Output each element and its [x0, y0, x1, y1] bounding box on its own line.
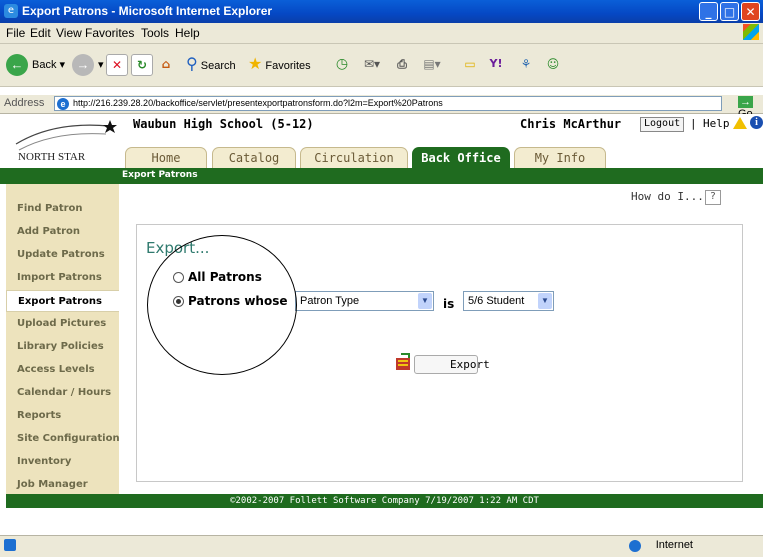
header-separator: | [690, 117, 697, 130]
tab-circulation[interactable]: Circulation [300, 147, 408, 168]
help-question-button[interactable]: ? [705, 190, 721, 205]
go-arrow-icon: → [738, 96, 753, 108]
info-icon[interactable]: i [750, 116, 763, 129]
address-label: Address [4, 97, 45, 109]
breadcrumb-bar: Export Patrons [0, 168, 763, 184]
messenger-icon[interactable]: ⚘ [516, 54, 536, 74]
yahoo-icon[interactable]: Y! [486, 54, 506, 74]
sidebar-item-library-policies[interactable]: Library Policies [6, 336, 119, 358]
back-button[interactable]: ← Back ▾ [6, 52, 65, 78]
tab-back-office[interactable]: Back Office [412, 147, 510, 168]
warning-icon[interactable] [733, 117, 747, 129]
export-panel: Export... All Patrons Patrons whose Patr… [136, 224, 743, 482]
page-header: NORTH STAR Waubun High School (5-12) Chr… [0, 114, 763, 168]
window-title: Export Patrons - Microsoft Internet Expl… [22, 4, 273, 18]
menu-bar: File Edit View Favorites Tools Help [0, 23, 763, 44]
svg-text:NORTH STAR: NORTH STAR [18, 151, 86, 163]
menu-edit[interactable]: Edit [30, 26, 51, 40]
favorites-label: Favorites [265, 60, 311, 72]
search-icon: ⚲ [186, 56, 198, 73]
sidebar-item-update-patrons[interactable]: Update Patrons [6, 244, 119, 266]
browser-toolbar: ← Back ▾ → ▾ ✕ ↻ ⌂ ⚲ Search ★ Favorites ◷ … [0, 44, 763, 87]
windows-logo-icon [743, 24, 759, 40]
value-select-value: 5/6 Student [468, 295, 525, 307]
highlight-circle [147, 235, 297, 375]
page-footer: ©2002-2007 Follett Software Company 7/19… [6, 494, 763, 508]
edit-icon[interactable]: ▤▾ [422, 54, 442, 74]
school-name: Waubun High School (5-12) [133, 117, 314, 131]
north-star-logo: NORTH STAR [15, 120, 117, 163]
back-arrow-icon: ← [6, 54, 28, 77]
security-zone: Internet [655, 539, 693, 551]
export-button[interactable]: Export [414, 355, 490, 374]
sidebar: Find Patron Add Patron Update Patrons Im… [6, 184, 120, 496]
back-label: Back [32, 59, 57, 71]
menu-view[interactable]: View [56, 26, 82, 40]
sidebar-item-add-patron[interactable]: Add Patron [6, 221, 119, 243]
sidebar-item-access-levels[interactable]: Access Levels [6, 359, 119, 381]
folder-icon[interactable]: ▭ [460, 54, 480, 74]
field-select[interactable]: Patron Type ▼ [295, 291, 434, 311]
search-label: Search [200, 60, 236, 72]
address-bar: Address e http://216.239.28.20/backoffice… [0, 95, 763, 120]
user-name: Chris McArthur [520, 117, 622, 131]
how-do-i-label: How do I... [631, 190, 704, 203]
globe-icon [629, 540, 641, 552]
menu-tools[interactable]: Tools [141, 26, 169, 40]
tab-catalog[interactable]: Catalog [212, 147, 296, 168]
window-title-bar: e Export Patrons - Microsoft Internet Ex… [0, 0, 763, 23]
sidebar-item-import-patrons[interactable]: Import Patrons [6, 267, 119, 289]
menu-favorites[interactable]: Favorites [85, 26, 134, 40]
minimize-button[interactable]: _ [699, 2, 718, 21]
address-input[interactable]: e http://216.239.28.20/backoffice/servlet… [54, 96, 722, 111]
people-icon[interactable]: ☺ [543, 54, 563, 74]
sidebar-item-find-patron[interactable]: Find Patron [6, 198, 119, 220]
chevron-down-icon: ▼ [538, 293, 552, 309]
sidebar-item-upload-pictures[interactable]: Upload Pictures [6, 313, 119, 335]
stop-icon[interactable]: ✕ [106, 54, 128, 76]
page-icon: e [57, 98, 69, 110]
forward-arrow-icon: → [72, 54, 94, 77]
sidebar-item-export-patrons[interactable]: Export Patrons [6, 290, 119, 312]
main-content: How do I... ? Export... All Patrons Patr… [119, 184, 763, 494]
favorites-button[interactable]: ★ Favorites [248, 52, 311, 78]
help-link[interactable]: Help [703, 117, 730, 130]
sidebar-item-site-configuration[interactable]: Site Configuration [6, 428, 120, 450]
field-select-value: Patron Type [300, 295, 360, 307]
page-status-icon [4, 539, 16, 551]
chevron-down-icon: ▼ [418, 293, 432, 309]
maximize-button[interactable]: □ [720, 2, 739, 21]
menu-file[interactable]: File [6, 26, 25, 40]
export-icon [396, 353, 410, 370]
ie-app-icon: e [4, 4, 18, 18]
print-icon[interactable]: ⎙ [392, 54, 412, 74]
sidebar-item-calendar-hours[interactable]: Calendar / Hours [6, 382, 119, 404]
forward-button[interactable]: → ▾ [72, 52, 104, 78]
home-icon[interactable]: ⌂ [156, 54, 176, 74]
is-label: is [443, 297, 455, 311]
search-button[interactable]: ⚲ Search [186, 52, 236, 78]
sidebar-item-inventory[interactable]: Inventory [6, 451, 119, 473]
address-url: http://216.239.28.20/backoffice/servlet/… [73, 98, 443, 108]
tab-home[interactable]: Home [125, 147, 207, 168]
mail-icon[interactable]: ✉▾ [362, 54, 382, 74]
history-icon[interactable]: ◷ [332, 54, 352, 74]
favorites-star-icon: ★ [248, 56, 263, 73]
tab-my-info[interactable]: My Info [514, 147, 606, 168]
status-bar: Internet [0, 535, 763, 557]
value-select[interactable]: 5/6 Student ▼ [463, 291, 554, 311]
sidebar-item-reports[interactable]: Reports [6, 405, 119, 427]
refresh-icon[interactable]: ↻ [131, 54, 153, 76]
sidebar-item-job-manager[interactable]: Job Manager [6, 474, 119, 496]
close-button[interactable]: ✕ [741, 2, 760, 21]
logout-button[interactable]: Logout [640, 117, 685, 132]
breadcrumb: Export Patrons [122, 170, 198, 180]
menu-help[interactable]: Help [175, 26, 200, 40]
